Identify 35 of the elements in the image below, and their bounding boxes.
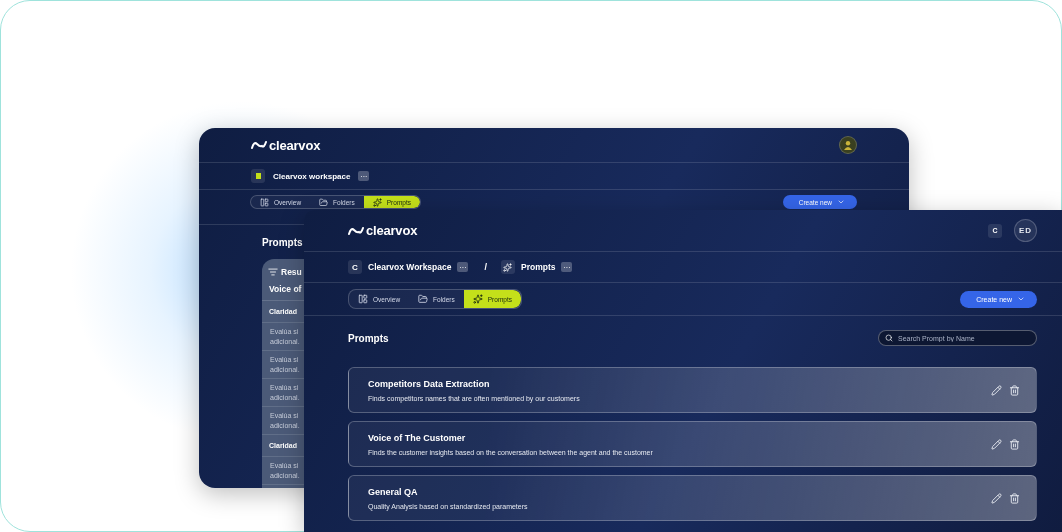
prompt-title: Competitors Data Extraction [368,378,491,389]
workspace-name[interactable]: Clearvox workspace [273,171,351,181]
prompt-title: General QA [368,486,419,497]
logo-text: clearvox [269,137,321,153]
section-title: Prompts [262,237,304,248]
breadcrumb-separator: / [484,262,487,272]
logo-wave-icon [251,140,267,150]
edit-button[interactable] [991,438,1002,450]
search-icon [885,334,893,342]
delete-button[interactable] [1009,438,1020,450]
workspace-badge: C [348,260,362,274]
list-icon [268,267,278,277]
prompt-title: Voice of The Customer [368,432,467,443]
workspace-icon [251,169,265,183]
layout-icon [358,294,368,304]
logo-wave-icon [348,225,364,236]
logo-text: clearvox [366,223,418,238]
breadcrumb-link[interactable]: Clearvox Workspace [368,262,452,272]
edit-button[interactable] [991,492,1002,504]
edit-button[interactable] [991,384,1002,396]
avatar[interactable] [839,136,857,154]
folder-icon [319,197,329,207]
delete-button[interactable] [1009,492,1020,504]
folder-icon [418,294,429,304]
section-title: Prompts [348,332,389,344]
user-avatar[interactable]: ED [1014,219,1037,242]
caret-icon [1017,295,1025,303]
sparkle-icon [472,294,483,304]
person-icon [843,140,853,150]
breadcrumb-link[interactable]: Prompts [521,262,556,272]
sparkle-icon [372,197,382,207]
delete-button[interactable] [1009,384,1020,396]
layout-icon [260,197,269,207]
panel-title: Resu [281,267,302,277]
caret-icon [837,198,845,206]
